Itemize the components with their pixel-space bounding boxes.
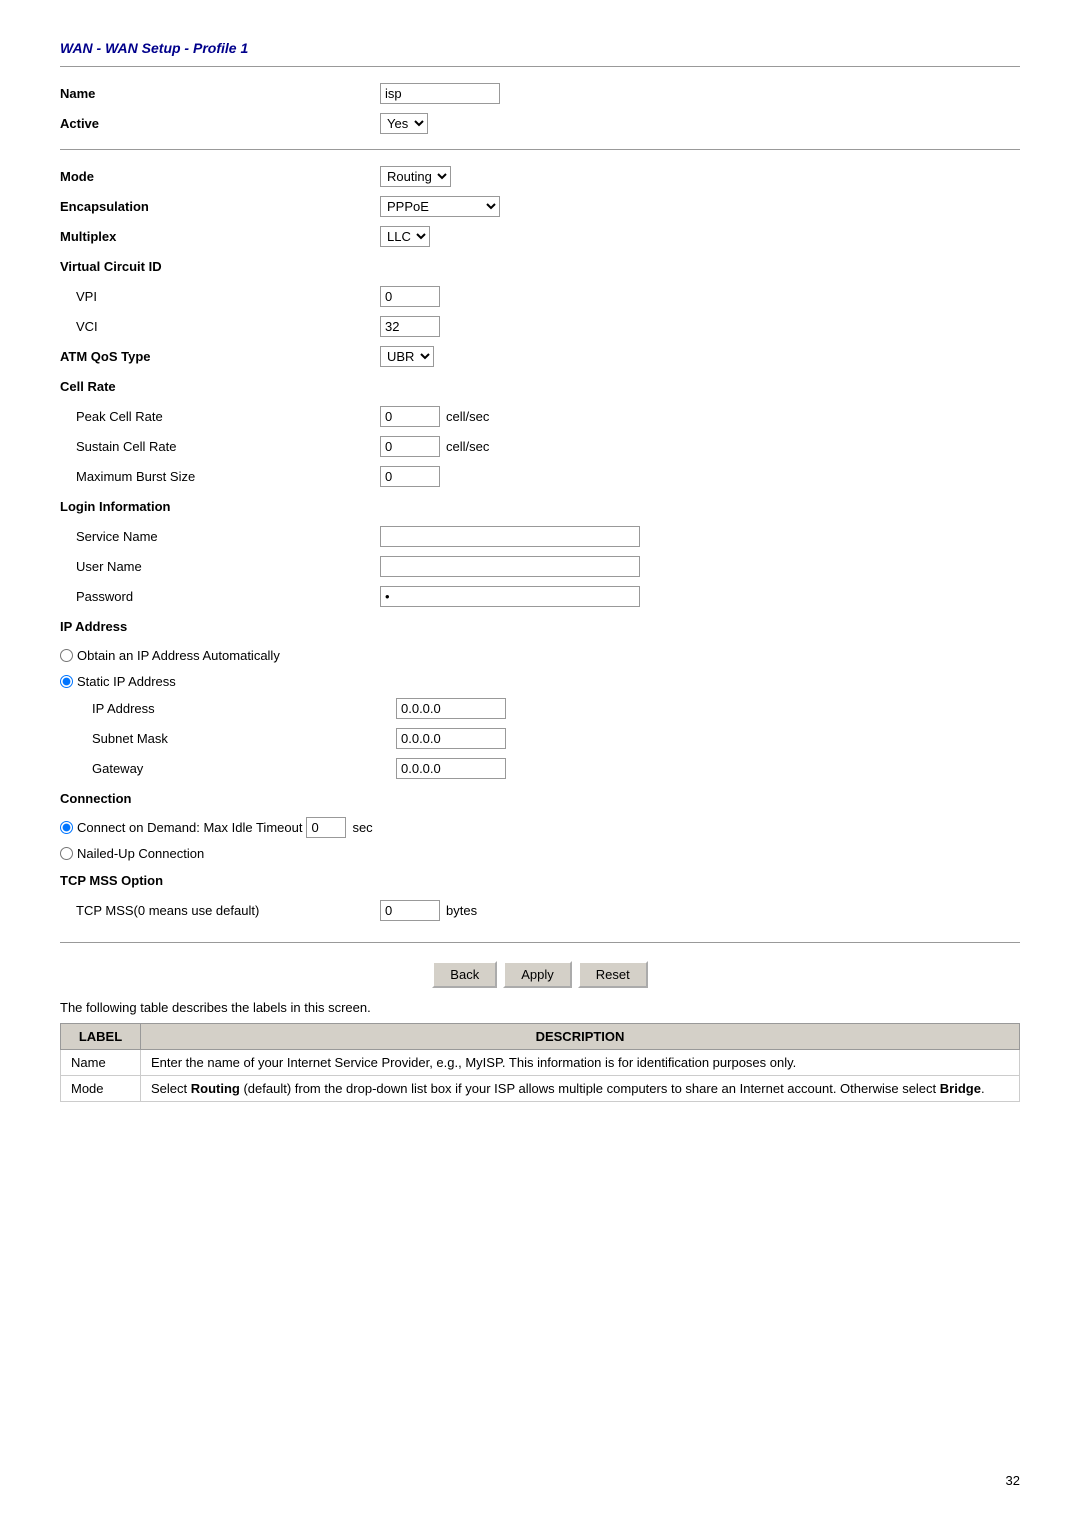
connection-label: Connection xyxy=(60,791,380,806)
nailed-up-label: Nailed-Up Connection xyxy=(77,846,204,861)
peak-cell-row: Peak Cell Rate cell/sec xyxy=(60,404,1020,428)
table-col-label: LABEL xyxy=(61,1024,141,1050)
tcp-mss-input[interactable] xyxy=(380,900,440,921)
multiplex-select[interactable]: LLC VC xyxy=(380,226,430,247)
sustain-cell-unit: cell/sec xyxy=(446,439,489,454)
atm-qos-label: ATM QoS Type xyxy=(60,349,380,364)
obtain-auto-radio[interactable] xyxy=(60,649,73,662)
vci-label: VCI xyxy=(60,319,380,334)
nailed-up-row: Nailed-Up Connection xyxy=(60,842,1020,864)
name-input[interactable] xyxy=(380,83,500,104)
vpi-input[interactable] xyxy=(380,286,440,307)
table-label-name: Name xyxy=(61,1050,141,1076)
table-desc-mode: Select Routing (default) from the drop-d… xyxy=(141,1076,1020,1102)
connect-demand-input[interactable] xyxy=(306,817,346,838)
static-ip-row: Static IP Address xyxy=(60,670,1020,692)
vpi-row: VPI xyxy=(60,284,1020,308)
obtain-auto-label: Obtain an IP Address Automatically xyxy=(77,648,280,663)
active-select[interactable]: Yes No xyxy=(380,113,428,134)
connect-demand-unit: sec xyxy=(352,820,372,835)
reset-button[interactable]: Reset xyxy=(578,961,648,988)
password-row: Password xyxy=(60,584,1020,608)
connection-row: Connection xyxy=(60,786,1020,810)
vci-row: VCI xyxy=(60,314,1020,338)
description-text: The following table describes the labels… xyxy=(60,1000,1020,1015)
login-info-label: Login Information xyxy=(60,499,380,514)
vci-input[interactable] xyxy=(380,316,440,337)
peak-cell-unit: cell/sec xyxy=(446,409,489,424)
table-row: Mode Select Routing (default) from the d… xyxy=(61,1076,1020,1102)
peak-cell-input[interactable] xyxy=(380,406,440,427)
subnet-mask-input[interactable] xyxy=(396,728,506,749)
subnet-mask-label: Subnet Mask xyxy=(76,731,396,746)
name-label: Name xyxy=(60,86,380,101)
password-input[interactable] xyxy=(380,586,640,607)
tcp-mss-unit: bytes xyxy=(446,903,477,918)
table-desc-name: Enter the name of your Internet Service … xyxy=(141,1050,1020,1076)
mode-row: Mode Routing Bridge xyxy=(60,164,1020,188)
ip-address-input[interactable] xyxy=(396,698,506,719)
password-label: Password xyxy=(60,589,380,604)
description-table: LABEL DESCRIPTION Name Enter the name of… xyxy=(60,1023,1020,1102)
user-name-row: User Name xyxy=(60,554,1020,578)
cell-rate-label: Cell Rate xyxy=(60,379,380,394)
max-burst-input[interactable] xyxy=(380,466,440,487)
connect-demand-radio[interactable] xyxy=(60,821,73,834)
sustain-cell-input[interactable] xyxy=(380,436,440,457)
cell-rate-section-row: Cell Rate xyxy=(60,374,1020,398)
user-name-label: User Name xyxy=(60,559,380,574)
tcp-mss-label: TCP MSS Option xyxy=(60,873,380,888)
mode-select[interactable]: Routing Bridge xyxy=(380,166,451,187)
table-col-description: DESCRIPTION xyxy=(141,1024,1020,1050)
sustain-cell-label: Sustain Cell Rate xyxy=(60,439,380,454)
encapsulation-label: Encapsulation xyxy=(60,199,380,214)
service-name-row: Service Name xyxy=(60,524,1020,548)
apply-button[interactable]: Apply xyxy=(503,961,572,988)
ip-address-section-row: IP Address xyxy=(60,614,1020,638)
peak-cell-label: Peak Cell Rate xyxy=(60,409,380,424)
subnet-mask-row: Subnet Mask xyxy=(60,726,1020,750)
gateway-input[interactable] xyxy=(396,758,506,779)
multiplex-row: Multiplex LLC VC xyxy=(60,224,1020,248)
ip-address-section-label: IP Address xyxy=(60,619,380,634)
atm-qos-row: ATM QoS Type UBR CBR VBR xyxy=(60,344,1020,368)
static-ip-label: Static IP Address xyxy=(77,674,176,689)
page-title: WAN - WAN Setup - Profile 1 xyxy=(60,40,1020,56)
gateway-row: Gateway xyxy=(60,756,1020,780)
gateway-label: Gateway xyxy=(76,761,396,776)
service-name-label: Service Name xyxy=(60,529,380,544)
table-label-mode: Mode xyxy=(61,1076,141,1102)
virtual-circuit-row: Virtual Circuit ID xyxy=(60,254,1020,278)
tcp-mss-row: TCP MSS Option xyxy=(60,868,1020,892)
static-ip-radio[interactable] xyxy=(60,675,73,688)
tcp-mss-field-row: TCP MSS(0 means use default) bytes xyxy=(60,898,1020,922)
vpi-label: VPI xyxy=(60,289,380,304)
connect-demand-label: Connect on Demand: Max Idle Timeout xyxy=(77,820,302,835)
name-row: Name xyxy=(60,81,1020,105)
obtain-auto-row: Obtain an IP Address Automatically xyxy=(60,644,1020,666)
table-row: Name Enter the name of your Internet Ser… xyxy=(61,1050,1020,1076)
max-burst-label: Maximum Burst Size xyxy=(60,469,380,484)
active-row: Active Yes No xyxy=(60,111,1020,135)
login-info-row: Login Information xyxy=(60,494,1020,518)
page-number: 32 xyxy=(1006,1473,1020,1488)
encapsulation-select[interactable]: PPPoE PPPoA MPoA RFC 1483 xyxy=(380,196,500,217)
user-name-input[interactable] xyxy=(380,556,640,577)
active-label: Active xyxy=(60,116,380,131)
back-button[interactable]: Back xyxy=(432,961,497,988)
max-burst-row: Maximum Burst Size xyxy=(60,464,1020,488)
atm-qos-select[interactable]: UBR CBR VBR xyxy=(380,346,434,367)
connect-demand-row: Connect on Demand: Max Idle Timeout sec xyxy=(60,816,1020,838)
button-row: Back Apply Reset xyxy=(60,961,1020,988)
multiplex-label: Multiplex xyxy=(60,229,380,244)
service-name-input[interactable] xyxy=(380,526,640,547)
mode-label: Mode xyxy=(60,169,380,184)
tcp-mss-field-label: TCP MSS(0 means use default) xyxy=(60,903,380,918)
ip-address-row: IP Address xyxy=(60,696,1020,720)
ip-address-label: IP Address xyxy=(76,701,396,716)
nailed-up-radio[interactable] xyxy=(60,847,73,860)
sustain-cell-row: Sustain Cell Rate cell/sec xyxy=(60,434,1020,458)
encapsulation-row: Encapsulation PPPoE PPPoA MPoA RFC 1483 xyxy=(60,194,1020,218)
virtual-circuit-label: Virtual Circuit ID xyxy=(60,259,380,274)
